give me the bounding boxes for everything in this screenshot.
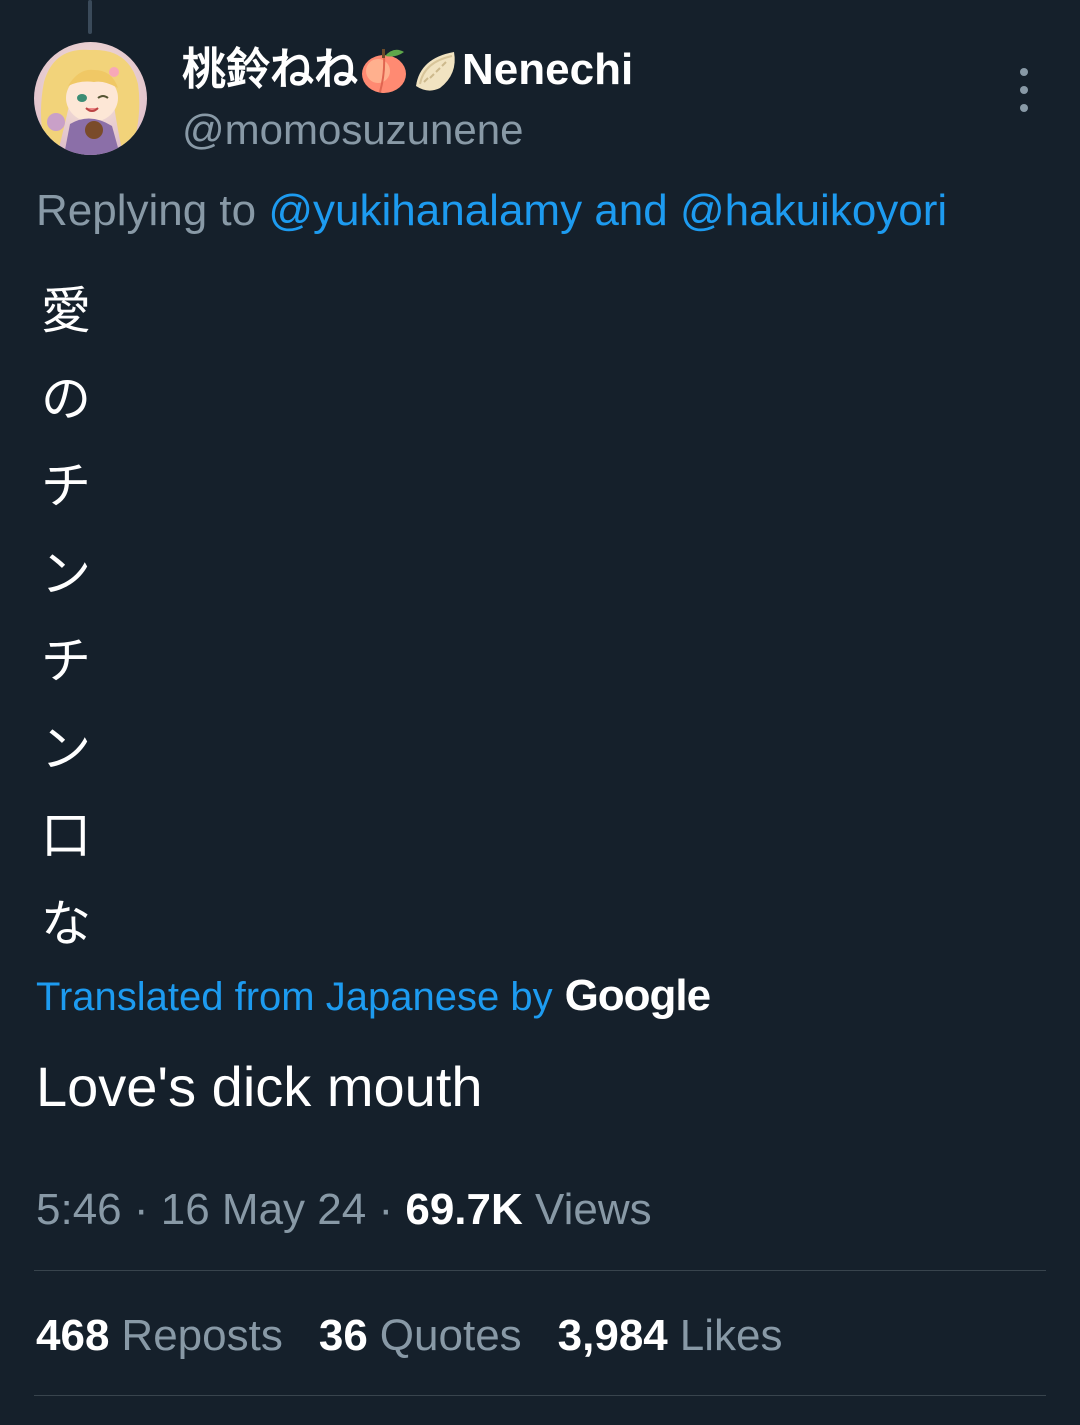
tweet-text-char: ン (41, 544, 91, 603)
tweet-text-char: ン (41, 719, 91, 778)
reposts-label: Reposts (121, 1311, 283, 1360)
tweet-text-char: の (41, 369, 91, 428)
replying-to-prefix: Replying to (36, 186, 257, 235)
tweet-text-char: な (41, 894, 91, 953)
tweet-text-char: チ (41, 457, 91, 515)
display-name[interactable]: 桃鈴ねね Nenechi (182, 40, 633, 100)
divider (34, 1395, 1046, 1396)
tweet-date[interactable]: 16 May 24 (161, 1185, 366, 1234)
translated-text: Love's dick mouth (36, 1055, 483, 1118)
views-label: Views (535, 1185, 652, 1234)
display-name-suffix: Nenechi (462, 45, 634, 94)
quotes-count: 36 (318, 1311, 368, 1360)
reply-mention-link[interactable]: @hakuikoyori (680, 186, 947, 235)
tweet-text-char: 口 (41, 807, 91, 865)
replying-to: Replying to @yukihanalamy and @hakuikoyo… (36, 182, 947, 240)
reposts-count: 468 (36, 1311, 110, 1360)
tweet-time[interactable]: 5:46 (36, 1185, 122, 1234)
meta-separator: · (133, 1185, 149, 1234)
reply-mention-link[interactable]: @yukihanalamy (268, 186, 582, 235)
likes-label: Likes (679, 1311, 783, 1360)
more-options-icon[interactable] (1004, 66, 1044, 114)
likes-count: 3,984 (557, 1311, 668, 1360)
quotes-label: Quotes (379, 1311, 522, 1360)
divider (34, 1270, 1046, 1271)
google-logo: Google (564, 971, 712, 1020)
reply-joiner: and (594, 186, 668, 235)
tweet-text-char: チ (41, 632, 91, 690)
user-handle[interactable]: @momosuzunene (182, 102, 633, 158)
likes-stat[interactable]: 3,984 Likes (558, 1306, 783, 1366)
avatar-image (34, 42, 147, 155)
engagement-stats: 468 Reposts 36 Quotes 3,984 Likes (36, 1306, 819, 1366)
avatar[interactable] (34, 42, 147, 155)
meta-separator: · (378, 1185, 394, 1234)
tweet-meta: 5:46 · 16 May 24 · 69.7K Views (36, 1180, 652, 1240)
quotes-stat[interactable]: 36 Quotes (319, 1306, 522, 1366)
translation-notice[interactable]: Translated from Japanese by Google (36, 968, 712, 1025)
translation-notice-text: Translated from Japanese by (36, 975, 553, 1019)
thread-connector-line (88, 0, 92, 34)
reposts-stat[interactable]: 468 Reposts (36, 1306, 283, 1366)
gyoza-emoji (410, 44, 462, 96)
display-name-text: 桃鈴ねね (182, 45, 358, 94)
tweet-text-char: 愛 (41, 282, 91, 340)
views-count: 69.7K (405, 1185, 523, 1234)
peach-emoji (358, 44, 410, 96)
tweet-text: 愛 の チ ン チ ン 口 な (36, 268, 96, 968)
